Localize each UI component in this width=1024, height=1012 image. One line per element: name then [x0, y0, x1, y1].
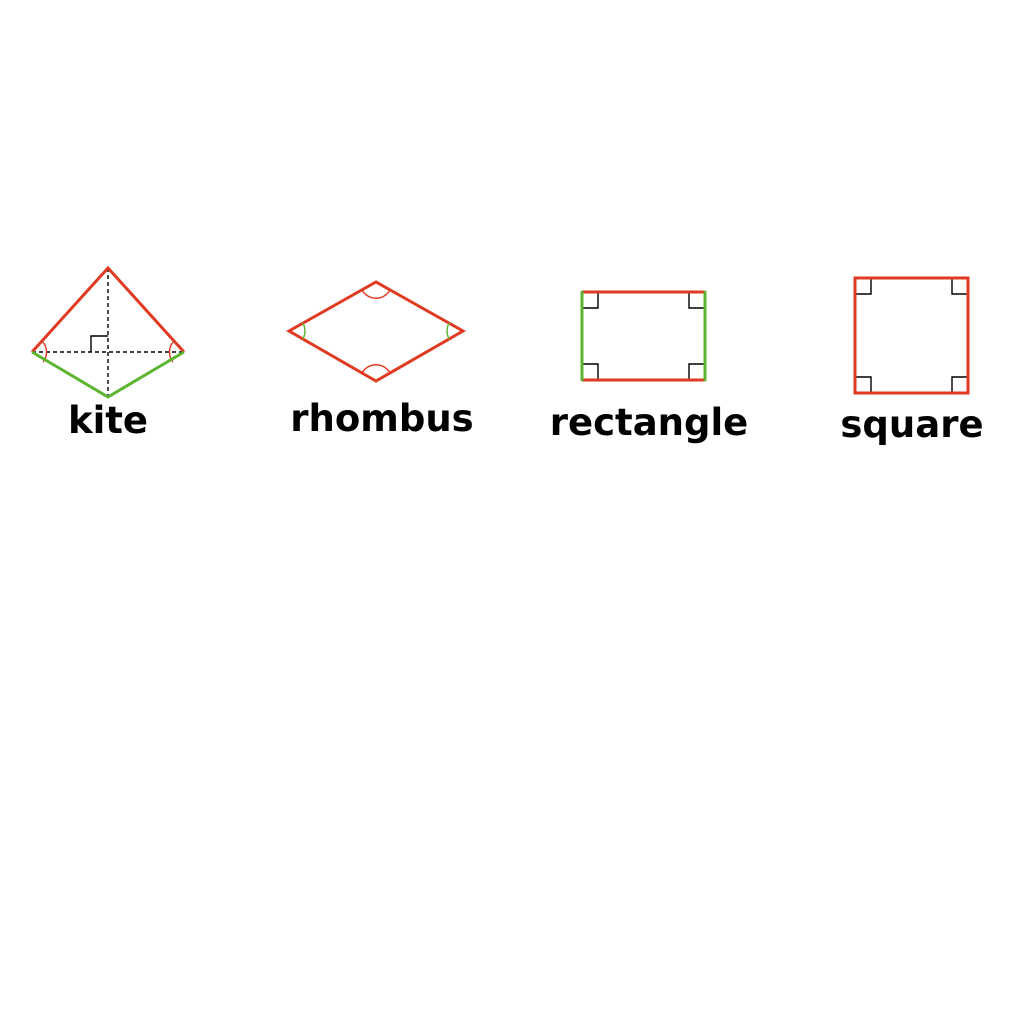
rectangle-right-angle-mark-tr	[688, 292, 705, 309]
square-right-angle-mark-bl	[855, 376, 872, 393]
rhombus-angle-arc-top	[361, 289, 391, 299]
rectangle-right-angle-mark-br	[688, 363, 705, 380]
kite-label: kite	[67, 399, 149, 442]
square-right-angle-mark-tl	[855, 278, 872, 295]
rectangle-figure	[580, 290, 707, 382]
rectangle-right-angle-mark-tl	[582, 292, 599, 309]
rhombus-angle-arc-left	[302, 322, 306, 340]
square-figure	[853, 276, 970, 395]
rhombus-sides	[285, 280, 467, 383]
square-label: square	[840, 403, 984, 446]
rhombus-angle-arc-right	[446, 322, 450, 340]
kite-figure	[30, 265, 186, 399]
square-sides	[853, 276, 970, 395]
square-right-angle-mark-br	[951, 376, 968, 393]
rectangle-right-angle-mark-bl	[582, 363, 599, 380]
square-right-angle-mark-tr	[951, 278, 968, 295]
rhombus-angle-arc-bottom	[361, 364, 391, 374]
rectangle-label: rectangle	[549, 401, 749, 444]
quadrilaterals-diagram	[30, 265, 970, 399]
rhombus-label: rhombus	[290, 397, 474, 440]
kite-right-angle-mark	[90, 335, 108, 352]
rhombus-figure	[285, 280, 467, 383]
